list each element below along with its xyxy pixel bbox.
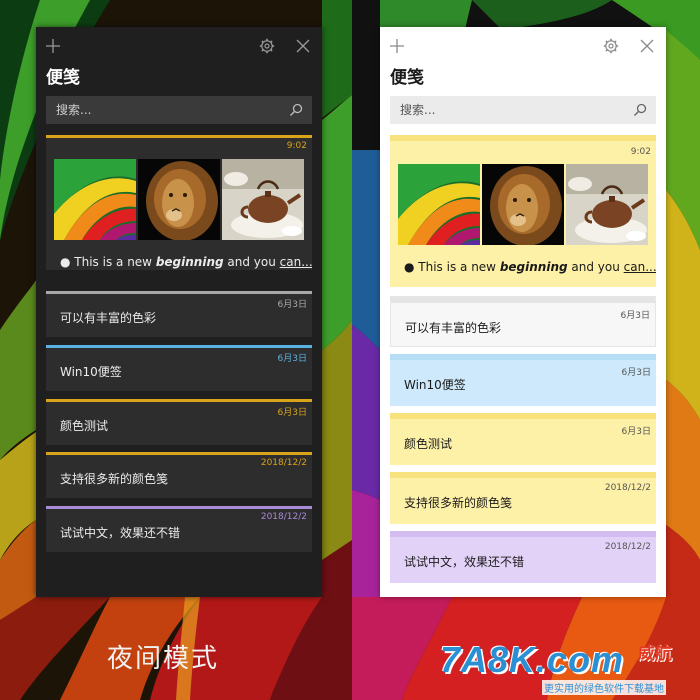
note-date: 2018/12/2: [260, 512, 307, 522]
note-accent-bar: [46, 452, 312, 455]
note-card[interactable]: 2018/12/2 试试中文，效果还不错: [390, 531, 656, 583]
rainbow-swirl-image: [398, 164, 480, 245]
watermark-brand: 威航: [638, 644, 672, 664]
plus-icon: [390, 39, 404, 53]
note-text: 可以有丰富的色彩: [405, 321, 502, 335]
note-card[interactable]: 2018/12/2 支持很多新的颜色笺: [46, 452, 312, 498]
note-card[interactable]: 6月3日 Win10便签: [390, 354, 656, 406]
note-accent-bar: [46, 399, 312, 402]
note-card[interactable]: 2018/12/2 支持很多新的颜色笺: [390, 472, 656, 524]
note-card[interactable]: 6月3日 可以有丰富的色彩: [46, 291, 312, 337]
search-icon[interactable]: [633, 103, 647, 117]
note-date: 9:02: [286, 141, 307, 151]
note-card[interactable]: 6月3日 可以有丰富的色彩: [390, 296, 656, 347]
search-input[interactable]: [46, 96, 312, 124]
note-accent-bar: [46, 291, 312, 294]
note-card[interactable]: 9:02 ● This is a new beginning and you c…: [390, 135, 656, 287]
note-text: Win10便签: [60, 365, 122, 379]
note-text: 颜色测试: [60, 419, 109, 433]
note-card[interactable]: 6月3日 颜色测试: [390, 413, 656, 465]
lion-image: [482, 164, 564, 245]
app-title: 便笺: [390, 68, 424, 88]
sticky-notes-window-light: 便笺 9:02: [380, 27, 666, 597]
note-accent-bar: [46, 506, 312, 509]
night-mode-caption: 夜间模式: [107, 644, 220, 674]
gear-icon: [603, 38, 619, 54]
settings-button[interactable]: [256, 35, 278, 57]
gear-icon: [259, 38, 275, 54]
note-text: 试试中文，效果还不错: [404, 555, 525, 569]
note-accent-bar: [390, 531, 656, 537]
note-text: 颜色测试: [404, 437, 453, 451]
watermark-subtitle: 更实用的绿色软件下载基地: [542, 680, 666, 695]
sticky-notes-window-dark: 便笺 9:02: [36, 27, 322, 597]
note-text: Win10便签: [404, 378, 466, 392]
note-text: ● This is a new beginning and you can...: [60, 255, 312, 269]
note-accent-bar: [390, 135, 656, 141]
note-text: 支持很多新的颜色笺: [60, 472, 169, 486]
close-icon: [296, 39, 310, 53]
close-button[interactable]: [292, 35, 314, 57]
app-title: 便笺: [46, 68, 80, 88]
note-date: 2018/12/2: [604, 483, 651, 493]
note-card[interactable]: 9:02 ● This is a new beginning and you c…: [46, 135, 312, 270]
note-text: 支持很多新的颜色笺: [404, 496, 513, 510]
note-date: 6月3日: [277, 354, 307, 364]
note-text: ● This is a new beginning and you can...: [404, 260, 656, 274]
note-date: 2018/12/2: [260, 458, 307, 468]
note-date: 2018/12/2: [604, 542, 651, 552]
lion-image: [138, 159, 220, 240]
new-note-button[interactable]: [386, 35, 408, 57]
note-card[interactable]: 6月3日 颜色测试: [46, 399, 312, 445]
note-accent-bar: [391, 297, 655, 303]
note-date: 6月3日: [621, 427, 651, 437]
teapot-image: [222, 159, 304, 240]
note-date: 6月3日: [620, 311, 650, 321]
rainbow-swirl-image: [54, 159, 136, 240]
note-accent-bar: [390, 413, 656, 419]
note-accent-bar: [46, 345, 312, 348]
note-text: 试试中文，效果还不错: [60, 526, 181, 540]
note-accent-bar: [390, 354, 656, 360]
note-date: 6月3日: [277, 408, 307, 418]
watermark-logo: 7A8K.com: [440, 639, 625, 680]
settings-button[interactable]: [600, 35, 622, 57]
note-accent-bar: [46, 135, 312, 138]
note-card[interactable]: 6月3日 Win10便签: [46, 345, 312, 391]
note-card[interactable]: 2018/12/2 试试中文，效果还不错: [46, 506, 312, 552]
plus-icon: [46, 39, 60, 53]
teapot-image: [566, 164, 648, 245]
note-date: 9:02: [630, 147, 651, 157]
note-accent-bar: [390, 472, 656, 478]
note-date: 6月3日: [277, 300, 307, 310]
close-button[interactable]: [636, 35, 658, 57]
search-icon[interactable]: [289, 103, 303, 117]
close-icon: [640, 39, 654, 53]
note-date: 6月3日: [621, 368, 651, 378]
note-text: 可以有丰富的色彩: [60, 311, 157, 325]
search-input[interactable]: [390, 96, 656, 124]
new-note-button[interactable]: [42, 35, 64, 57]
